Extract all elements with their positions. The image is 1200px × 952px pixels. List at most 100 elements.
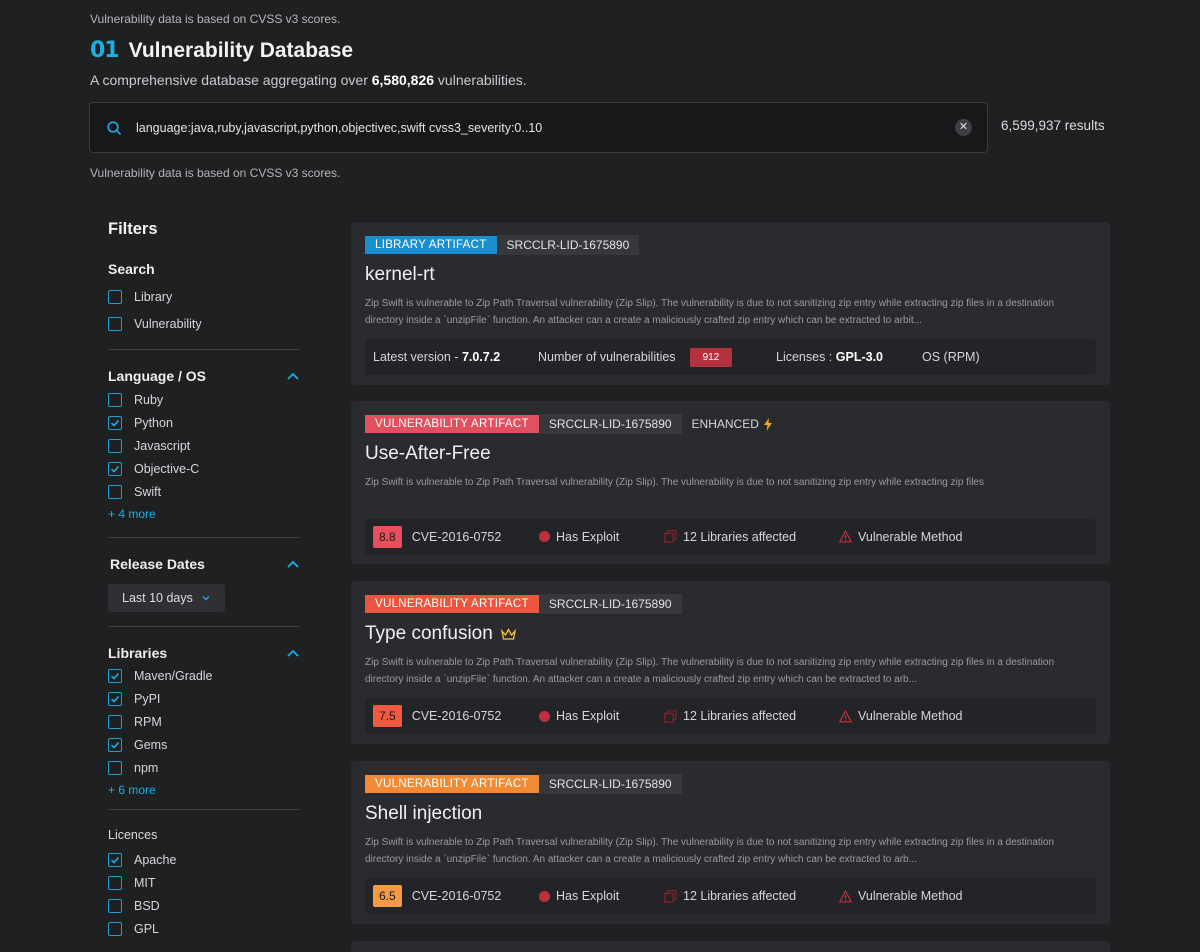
severity-score: 7.5 — [373, 705, 402, 727]
exploit-dot-icon — [539, 890, 550, 902]
checkbox-box[interactable] — [108, 921, 122, 936]
page-header: 01 Vulnerability Database — [90, 38, 353, 63]
chevron-up-icon[interactable] — [286, 557, 300, 571]
checkbox-label: Vulnerability — [134, 316, 202, 331]
cve-id[interactable]: CVE-2016-0752 — [412, 889, 502, 903]
checkbox-maven[interactable]: Maven/Gradle — [108, 664, 300, 687]
checkbox-rpm[interactable]: RPM — [108, 710, 300, 733]
checkbox-library[interactable]: Library — [108, 285, 300, 308]
vulnerable-method: Vulnerable Method — [839, 889, 962, 903]
lightning-icon — [763, 417, 772, 431]
filters-title: Filters — [108, 220, 158, 238]
checkbox-box-checked[interactable] — [108, 461, 122, 476]
artifact-id[interactable]: SRCCLR-LID-1675890 — [538, 774, 682, 794]
cve-id[interactable]: CVE-2016-0752 — [412, 530, 502, 544]
checkbox-box[interactable] — [108, 392, 122, 407]
chevron-up-icon[interactable] — [286, 646, 300, 660]
search-bar[interactable]: language:java,ruby,javascript,python,obj… — [89, 102, 988, 153]
card-title-text: Shell injection — [365, 803, 483, 824]
severity-score: 8.8 — [373, 525, 402, 548]
has-exploit: Has Exploit — [539, 530, 664, 544]
checkbox-ruby[interactable]: Ruby — [108, 388, 300, 411]
card-title-text: Type confusion — [365, 623, 493, 644]
latest-label: Latest version - — [373, 350, 462, 364]
checkbox-label: Objective-C — [134, 461, 200, 476]
exploit-dot-icon — [539, 710, 550, 722]
checkbox-apache[interactable]: Apache — [108, 848, 300, 871]
checkbox-swift[interactable]: Swift — [108, 480, 300, 503]
subtitle-prefix: A comprehensive database aggregating ove… — [90, 72, 372, 88]
checkbox-box[interactable] — [108, 484, 122, 499]
checkbox-label: Javascript — [134, 438, 191, 453]
copy-icon — [664, 889, 677, 903]
cve-id[interactable]: CVE-2016-0752 — [412, 709, 502, 723]
checkbox-box-checked[interactable] — [108, 852, 122, 867]
checkbox-box[interactable] — [108, 875, 122, 890]
check-icon — [110, 856, 120, 864]
checkbox-label: Apache — [134, 852, 177, 867]
card-description: Zip Swift is vulnerable to Zip Path Trav… — [365, 837, 1055, 865]
checkbox-mit[interactable]: MIT — [108, 871, 300, 894]
vulnerable-method: Vulnerable Method — [839, 530, 962, 544]
checkbox-objective-c[interactable]: Objective-C — [108, 457, 300, 480]
search-section-title: Search — [108, 261, 300, 277]
checkbox-box-checked[interactable] — [108, 415, 122, 430]
checkbox-box[interactable] — [108, 898, 122, 913]
card-title[interactable]: Shell injection — [365, 803, 1096, 825]
check-icon — [110, 419, 120, 427]
release-section-title[interactable]: Release Dates — [108, 556, 300, 572]
checkbox-bsd[interactable]: BSD — [108, 894, 300, 917]
artifact-id[interactable]: SRCCLR-LID-1675890 — [538, 414, 682, 434]
checkbox-box[interactable] — [108, 760, 122, 775]
checkbox-gems[interactable]: Gems — [108, 733, 300, 756]
language-more-link[interactable]: + 4 more — [108, 507, 300, 521]
checkbox-box[interactable] — [108, 714, 122, 729]
checkbox-npm[interactable]: npm — [108, 756, 300, 779]
dropdown-value: Last 10 days — [122, 591, 193, 605]
checkbox-python[interactable]: Python — [108, 411, 300, 434]
result-card-vulnerability[interactable]: VULNERABILITY ARTIFACT SRCCLR-LID-167589… — [351, 401, 1110, 564]
release-section-label: Release Dates — [110, 556, 205, 572]
artifact-id[interactable]: SRCCLR-LID-1675890 — [496, 235, 640, 255]
chevron-up-icon[interactable] — [286, 369, 300, 383]
divider — [108, 626, 300, 627]
checkbox-label: Library — [134, 289, 173, 304]
vulnerability-count: Number of vulnerabilities 912 — [538, 347, 776, 367]
filters-sidebar: Filters Search Library Vulnerability Lan… — [108, 220, 300, 940]
result-card-vulnerability[interactable]: VULNERABILITY ARTIFACT SRCCLR-LID-167589… — [351, 761, 1110, 924]
result-card-library[interactable]: LIBRARY ARTIFACT SRCCLR-LID-1675890 kern… — [351, 222, 1110, 385]
chevron-down-icon — [202, 596, 210, 601]
release-dates-dropdown[interactable]: Last 10 days — [108, 584, 225, 612]
checkbox-box-checked[interactable] — [108, 668, 122, 683]
artifact-id[interactable]: SRCCLR-LID-1675890 — [538, 594, 682, 614]
card-title[interactable]: Use-After-Free — [365, 443, 1096, 465]
checkbox-box[interactable] — [108, 438, 122, 453]
checkbox-vulnerability[interactable]: Vulnerability — [108, 312, 300, 335]
result-card-partial[interactable] — [351, 941, 1110, 952]
cve-info: 6.5 CVE-2016-0752 — [373, 885, 539, 907]
card-title[interactable]: Type confusion — [365, 623, 1096, 645]
checkbox-javascript[interactable]: Javascript — [108, 434, 300, 457]
search-input[interactable]: language:java,ruby,javascript,python,obj… — [136, 121, 955, 135]
search-section-label: Search — [108, 261, 155, 277]
vuln-count-badge: 912 — [689, 347, 733, 367]
clear-search-button[interactable]: ✕ — [955, 119, 972, 136]
checkbox-box-checked[interactable] — [108, 737, 122, 752]
checkbox-gpl[interactable]: GPL — [108, 917, 300, 940]
language-section-title[interactable]: Language / OS — [108, 368, 300, 384]
warning-icon — [839, 530, 852, 543]
libraries-label: 12 Libraries affected — [683, 529, 797, 544]
card-title[interactable]: kernel-rt — [365, 264, 1096, 286]
page-subtitle: A comprehensive database aggregating ove… — [90, 72, 527, 88]
libraries-more-link[interactable]: + 6 more — [108, 783, 300, 797]
checkbox-pypi[interactable]: PyPI — [108, 687, 300, 710]
checkbox-box[interactable] — [108, 289, 122, 304]
libraries-section-title[interactable]: Libraries — [108, 645, 300, 661]
crown-icon — [500, 627, 516, 640]
card-title-text: kernel-rt — [365, 264, 435, 285]
close-icon: ✕ — [958, 121, 969, 133]
search-icon — [107, 120, 121, 135]
result-card-vulnerability[interactable]: VULNERABILITY ARTIFACT SRCCLR-LID-167589… — [351, 581, 1110, 744]
checkbox-box[interactable] — [108, 316, 122, 331]
checkbox-box-checked[interactable] — [108, 691, 122, 706]
